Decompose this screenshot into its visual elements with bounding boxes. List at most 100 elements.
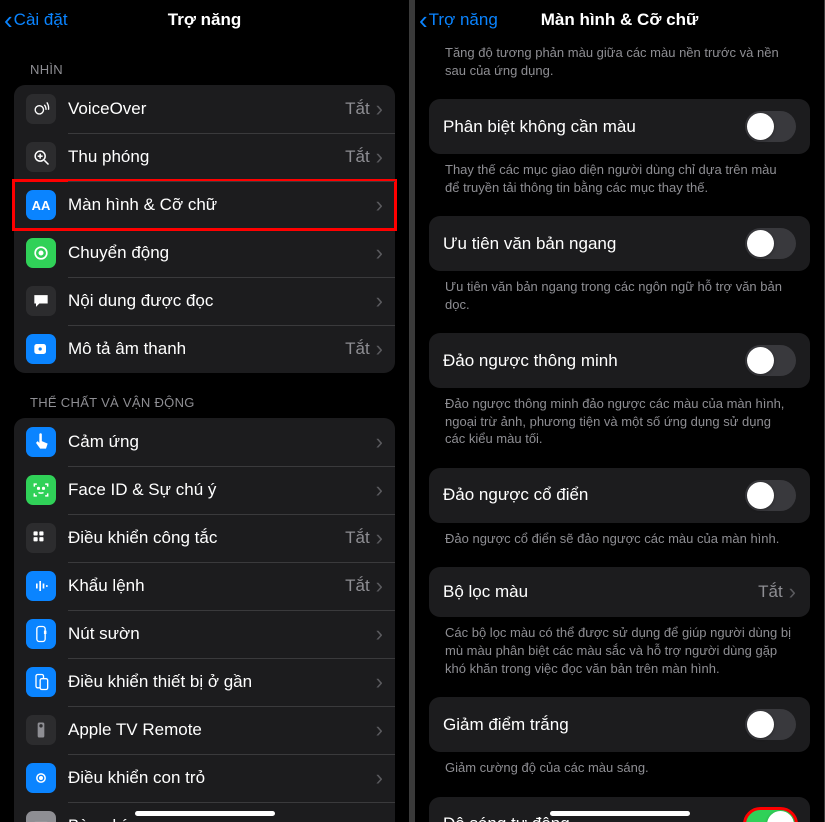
touch-icon bbox=[26, 427, 56, 457]
row-motion[interactable]: Chuyển động › bbox=[14, 229, 395, 277]
scroll-content[interactable]: NHÌN VoiceOver Tắt › Thu phóng Tắt › bbox=[0, 40, 409, 822]
chevron-right-icon: › bbox=[376, 429, 383, 455]
color-filter-value: Tắt bbox=[758, 582, 783, 602]
chevron-right-icon: › bbox=[376, 813, 383, 822]
nearby-control-label: Điều khiển thiết bị ở gần bbox=[68, 672, 376, 692]
row-spoken-content[interactable]: Nội dung được đọc › bbox=[14, 277, 395, 325]
horizontal-toggle[interactable] bbox=[745, 228, 796, 259]
chevron-left-icon: ‹ bbox=[419, 7, 428, 33]
phone-accessibility: ‹ Cài đặt Trợ năng NHÌN VoiceOver Tắt › … bbox=[0, 0, 409, 822]
colorless-desc: Thay thế các mục giao diện người dùng ch… bbox=[429, 154, 810, 196]
white-point-label: Giảm điểm trắng bbox=[443, 715, 745, 735]
back-label: Cài đặt bbox=[14, 10, 68, 30]
classic-invert-label: Đảo ngược cổ điển bbox=[443, 485, 745, 505]
chevron-right-icon: › bbox=[789, 579, 796, 605]
motion-icon bbox=[26, 238, 56, 268]
faceid-label: Face ID & Sự chú ý bbox=[68, 480, 376, 500]
zoom-icon bbox=[26, 142, 56, 172]
row-switch-control[interactable]: Điều khiển công tắc Tắt › bbox=[14, 514, 395, 562]
nav-bar: ‹ Cài đặt Trợ năng bbox=[0, 0, 409, 40]
row-auto-brightness[interactable]: Độ sáng tự động bbox=[429, 797, 810, 822]
white-point-toggle[interactable] bbox=[745, 709, 796, 740]
audio-desc-icon bbox=[26, 334, 56, 364]
chevron-right-icon: › bbox=[376, 96, 383, 122]
voice-control-label: Khẩu lệnh bbox=[68, 576, 345, 596]
color-filter-label: Bộ lọc màu bbox=[443, 582, 758, 602]
tv-remote-icon bbox=[26, 715, 56, 745]
classic-invert-toggle[interactable] bbox=[745, 480, 796, 511]
audio-desc-label: Mô tả âm thanh bbox=[68, 339, 345, 359]
scroll-content[interactable]: Tăng độ tương phản màu giữa các màu nền … bbox=[415, 40, 824, 822]
nearby-control-icon bbox=[26, 667, 56, 697]
row-voice-control[interactable]: Khẩu lệnh Tắt › bbox=[14, 562, 395, 610]
group-colorless: Phân biệt không cần màu bbox=[429, 99, 810, 154]
smart-invert-toggle[interactable] bbox=[745, 345, 796, 376]
chevron-right-icon: › bbox=[376, 669, 383, 695]
group-classic-invert: Đảo ngược cổ điển bbox=[429, 468, 810, 523]
voiceover-value: Tắt bbox=[345, 99, 370, 119]
group-smart-invert: Đảo ngược thông minh bbox=[429, 333, 810, 388]
page-title: Trợ năng bbox=[168, 10, 241, 30]
display-text-label: Màn hình & Cỡ chữ bbox=[68, 195, 376, 215]
motion-label: Chuyển động bbox=[68, 243, 376, 263]
chevron-right-icon: › bbox=[376, 192, 383, 218]
row-appletv-remote[interactable]: Apple TV Remote › bbox=[14, 706, 395, 754]
keyboard-icon bbox=[26, 811, 56, 822]
side-button-label: Nút sườn bbox=[68, 624, 376, 644]
section-header-physical: THỂ CHẤT VÀ VẬN ĐỘNG bbox=[14, 373, 395, 418]
row-classic-invert[interactable]: Đảo ngược cổ điển bbox=[429, 468, 810, 523]
zoom-label: Thu phóng bbox=[68, 147, 345, 167]
intro-text: Tăng độ tương phản màu giữa các màu nền … bbox=[429, 40, 810, 79]
colorless-toggle[interactable] bbox=[745, 111, 796, 142]
row-faceid[interactable]: Face ID & Sự chú ý › bbox=[14, 466, 395, 514]
row-smart-invert[interactable]: Đảo ngược thông minh bbox=[429, 333, 810, 388]
cursor-icon bbox=[26, 763, 56, 793]
auto-brightness-toggle[interactable] bbox=[745, 809, 796, 822]
speech-bubble-icon bbox=[26, 286, 56, 316]
row-touch[interactable]: Cảm ứng › bbox=[14, 418, 395, 466]
row-white-point[interactable]: Giảm điểm trắng bbox=[429, 697, 810, 752]
row-nearby-control[interactable]: Điều khiển thiết bị ở gần › bbox=[14, 658, 395, 706]
chevron-right-icon: › bbox=[376, 573, 383, 599]
horizontal-label: Ưu tiên văn bản ngang bbox=[443, 234, 745, 254]
voiceover-label: VoiceOver bbox=[68, 99, 345, 119]
side-button-icon bbox=[26, 619, 56, 649]
page-title: Màn hình & Cỡ chữ bbox=[541, 10, 699, 30]
appletv-remote-label: Apple TV Remote bbox=[68, 720, 376, 740]
group-vision: VoiceOver Tắt › Thu phóng Tắt › AA Màn h… bbox=[14, 85, 395, 373]
switch-control-label: Điều khiển công tắc bbox=[68, 528, 345, 548]
row-voiceover[interactable]: VoiceOver Tắt › bbox=[14, 85, 395, 133]
chevron-right-icon: › bbox=[376, 717, 383, 743]
chevron-right-icon: › bbox=[376, 765, 383, 791]
chevron-right-icon: › bbox=[376, 144, 383, 170]
home-indicator[interactable] bbox=[135, 811, 275, 816]
chevron-right-icon: › bbox=[376, 525, 383, 551]
spoken-content-label: Nội dung được đọc bbox=[68, 291, 376, 311]
home-indicator[interactable] bbox=[550, 811, 690, 816]
switch-control-value: Tắt bbox=[345, 528, 370, 548]
voiceover-icon bbox=[26, 94, 56, 124]
phone-display-text: ‹ Trợ năng Màn hình & Cỡ chữ Tăng độ tươ… bbox=[415, 0, 824, 822]
classic-invert-desc: Đảo ngược cổ điển sẽ đảo ngược các màu c… bbox=[429, 523, 810, 548]
row-color-filter[interactable]: Bộ lọc màu Tắt › bbox=[429, 567, 810, 617]
row-audio-descriptions[interactable]: Mô tả âm thanh Tắt › bbox=[14, 325, 395, 373]
group-color-filter: Bộ lọc màu Tắt › bbox=[429, 567, 810, 617]
group-white-point: Giảm điểm trắng bbox=[429, 697, 810, 752]
row-pointer-control[interactable]: Điều khiển con trỏ › bbox=[14, 754, 395, 802]
touch-label: Cảm ứng bbox=[68, 432, 376, 452]
colorless-label: Phân biệt không cần màu bbox=[443, 117, 745, 137]
row-colorless[interactable]: Phân biệt không cần màu bbox=[429, 99, 810, 154]
back-button[interactable]: ‹ Trợ năng bbox=[419, 7, 498, 33]
back-button[interactable]: ‹ Cài đặt bbox=[4, 7, 68, 33]
row-display-text[interactable]: AA Màn hình & Cỡ chữ › bbox=[14, 181, 395, 229]
text-size-icon: AA bbox=[26, 190, 56, 220]
chevron-right-icon: › bbox=[376, 336, 383, 362]
row-zoom[interactable]: Thu phóng Tắt › bbox=[14, 133, 395, 181]
chevron-left-icon: ‹ bbox=[4, 7, 13, 33]
row-side-button[interactable]: Nút sườn › bbox=[14, 610, 395, 658]
group-auto-brightness: Độ sáng tự động bbox=[429, 797, 810, 822]
group-horizontal: Ưu tiên văn bản ngang bbox=[429, 216, 810, 271]
row-horizontal-text[interactable]: Ưu tiên văn bản ngang bbox=[429, 216, 810, 271]
chevron-right-icon: › bbox=[376, 240, 383, 266]
chevron-right-icon: › bbox=[376, 477, 383, 503]
